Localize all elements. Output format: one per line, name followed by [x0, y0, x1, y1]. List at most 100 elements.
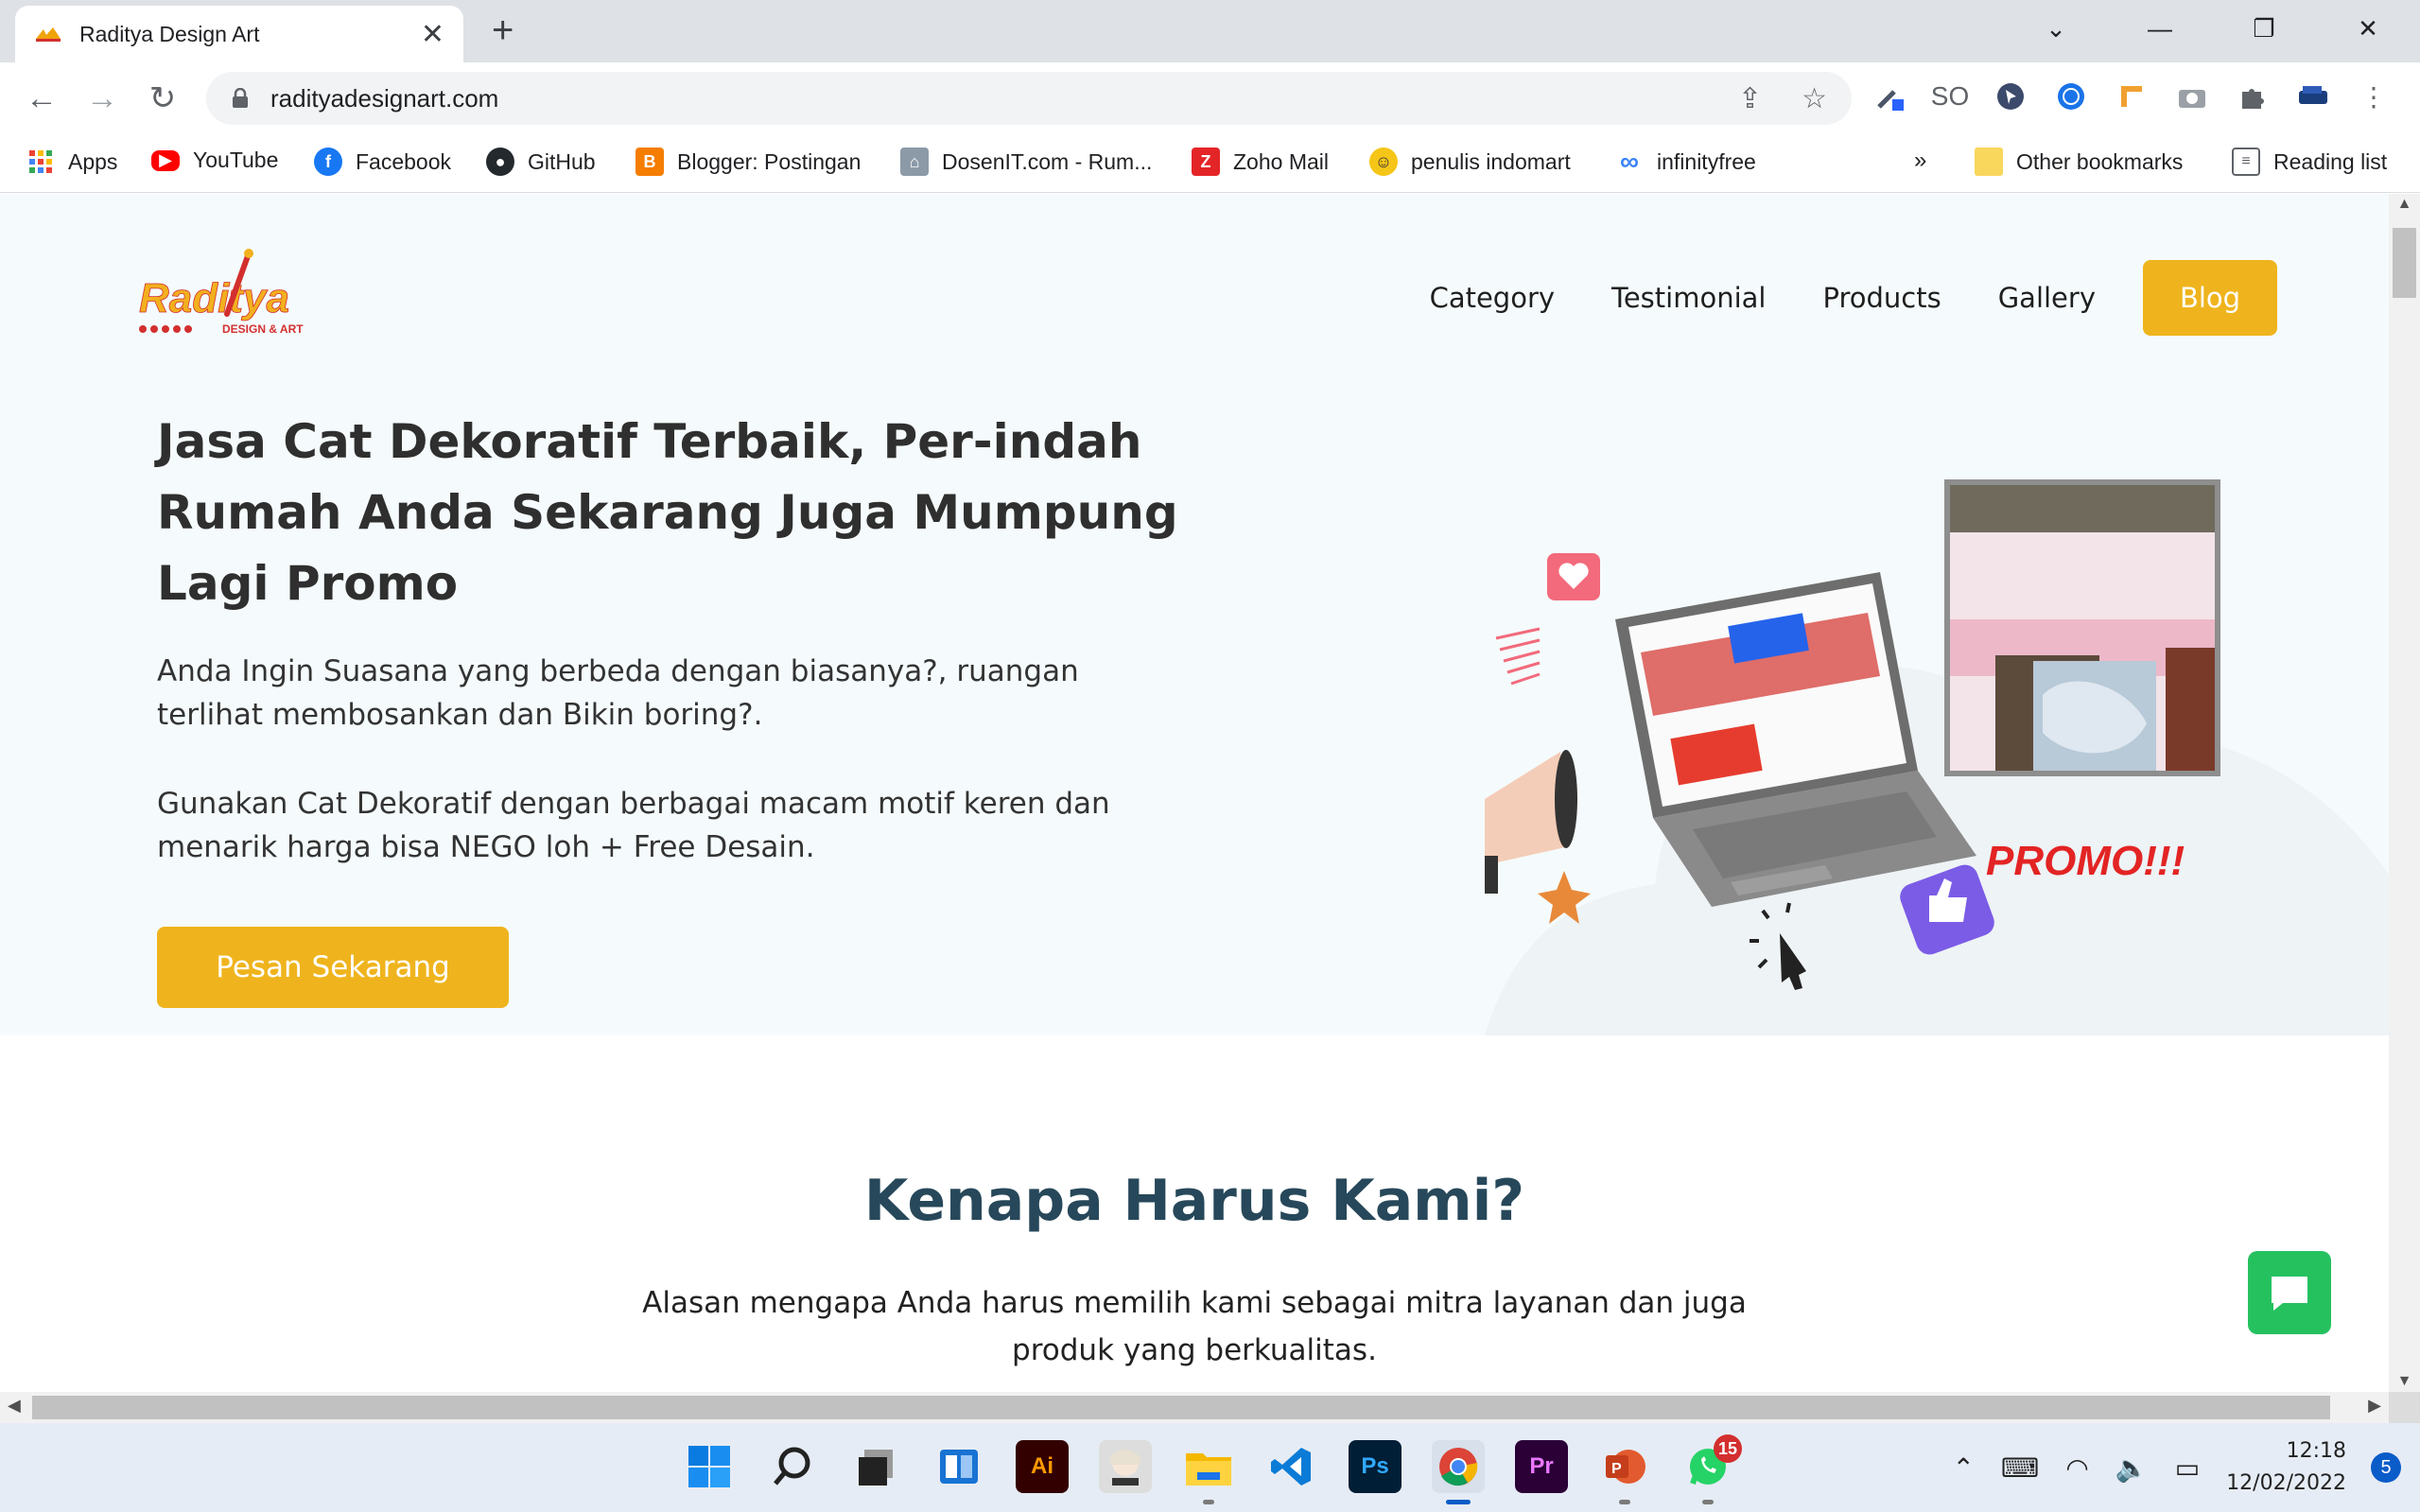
nav-gallery[interactable]: Gallery [1998, 282, 2096, 314]
file-explorer-icon[interactable] [1182, 1440, 1235, 1504]
youtube-icon: ▶ [151, 149, 180, 171]
scroll-up-icon[interactable]: ▲ [2389, 196, 2420, 213]
tab-search-dropdown-icon[interactable]: ⌄ [2004, 0, 2108, 57]
powerpoint-icon[interactable]: P [1598, 1440, 1651, 1504]
bookmark-label: infinityfree [1657, 148, 1756, 174]
nav-category[interactable]: Category [1430, 282, 1555, 314]
chat-button[interactable] [2248, 1251, 2331, 1334]
bookmark-label: DosenIT.com - Rum... [942, 148, 1153, 174]
volume-icon[interactable]: 🔈 [2115, 1452, 2149, 1484]
running-indicator [1446, 1500, 1471, 1504]
search-icon[interactable] [766, 1440, 819, 1493]
svg-text:Raditya: Raditya [139, 275, 289, 322]
chat-bubble-icon [2272, 1277, 2307, 1311]
bookmark-dosenit[interactable]: ⌂ DosenIT.com - Rum... [900, 148, 1152, 176]
bookmark-infinityfree[interactable]: ∞ infinityfree [1615, 147, 1756, 176]
bookmarks-overflow-chevron-icon[interactable]: » [1914, 148, 1926, 174]
folder-icon [1975, 148, 2003, 176]
bookmark-label: Zoho Mail [1233, 148, 1329, 174]
bookmark-star-icon[interactable]: ☆ [1802, 82, 1827, 115]
ruler-extension-icon[interactable] [2113, 78, 2150, 115]
show-hidden-icons-chevron-icon[interactable]: ⌃ [1953, 1452, 1975, 1484]
nav-products[interactable]: Products [1822, 282, 1941, 314]
bookmark-label: Facebook [356, 148, 452, 174]
illustrator-icon[interactable]: Ai [1016, 1440, 1069, 1493]
scroll-down-icon[interactable]: ▼ [2389, 1373, 2420, 1390]
system-tray: ⌃ ⌨ ◠ 🔈 ▭ 12:18 12/02/2022 5 [1953, 1423, 2420, 1512]
keyboard-icon[interactable]: ⌨ [2001, 1452, 2039, 1484]
dosenit-icon: ⌂ [900, 148, 929, 176]
hero-headline: Jasa Cat Dekoratif Terbaik, Per-indah Ru… [157, 414, 1178, 611]
bookmark-youtube[interactable]: ▶ YouTube [151, 148, 278, 173]
extensions-puzzle-icon[interactable] [2234, 78, 2272, 115]
bookmarks-bar: Apps ▶ YouTube f Facebook ● GitHub B Blo… [0, 134, 2420, 193]
anime-app-icon[interactable] [1099, 1440, 1152, 1493]
bookmark-blogger[interactable]: B Blogger: Postingan [635, 148, 861, 176]
clock-date: 12/02/2022 [2226, 1471, 2346, 1495]
url-text: radityadesignart.com [270, 83, 499, 113]
bookmark-facebook[interactable]: f Facebook [314, 148, 451, 176]
widgets-icon[interactable] [932, 1440, 985, 1493]
web-page: Raditya DESIGN & ART Category Testimonia… [0, 194, 2389, 1392]
hero-paragraph-2: Gunakan Cat Dekoratif dengan berbagai ma… [157, 787, 1110, 864]
back-arrow-icon[interactable]: ← [21, 78, 62, 119]
photoshop-icon[interactable]: Ps [1349, 1440, 1402, 1493]
running-indicator [1702, 1500, 1714, 1504]
other-bookmarks[interactable]: Other bookmarks [1975, 148, 2183, 176]
whatsapp-icon[interactable]: 15 [1681, 1434, 1742, 1504]
why-us-subtitle: Alasan mengapa Anda harus memilih kami s… [642, 1286, 1747, 1367]
horizontal-scrollbar[interactable]: ◀ ▶ [0, 1392, 2389, 1423]
profile-car-icon[interactable] [2294, 78, 2332, 115]
restore-button[interactable]: ❐ [2212, 0, 2316, 57]
whatsapp-unread-badge: 15 [1714, 1434, 1742, 1463]
raditya-logo[interactable]: Raditya DESIGN & ART [137, 246, 307, 340]
browser-toolbar: ← → ↻ radityadesignart.com ⇪ ☆ SO ⋮ [0, 62, 2420, 134]
browser-tab-active[interactable]: Raditya Design Art ✕ [15, 6, 463, 62]
battery-icon[interactable]: ▭ [2175, 1452, 2200, 1484]
bookmark-zoho[interactable]: Z Zoho Mail [1192, 148, 1329, 176]
clock[interactable]: 12:18 12/02/2022 [2226, 1435, 2346, 1500]
task-view-icon[interactable] [849, 1440, 902, 1493]
order-now-button[interactable]: Pesan Sekarang [157, 927, 509, 1008]
premiere-icon[interactable]: Pr [1515, 1440, 1568, 1493]
other-bookmarks-label: Other bookmarks [2016, 148, 2184, 174]
scroll-right-icon[interactable]: ▶ [2368, 1396, 2381, 1416]
vertical-scroll-thumb[interactable] [2393, 228, 2416, 298]
bookmark-github[interactable]: ● GitHub [486, 148, 596, 176]
blog-button[interactable]: Blog [2143, 260, 2277, 336]
svg-text:P: P [1611, 1461, 1622, 1477]
blogger-icon: B [635, 148, 664, 176]
bookmark-label: YouTube [193, 148, 279, 172]
horizontal-scroll-thumb[interactable] [32, 1396, 2330, 1419]
scroll-left-icon[interactable]: ◀ [8, 1396, 21, 1416]
nav-testimonial[interactable]: Testimonial [1611, 282, 1766, 314]
windows-taskbar: Ai Ps Pr P 15 ⌃ ⌨ ◠ 🔈 ▭ 12:18 12/02/2022… [0, 1423, 2420, 1512]
close-window-button[interactable]: ✕ [2316, 0, 2420, 57]
bookmark-penulis[interactable]: ☺ penulis indomart [1369, 148, 1571, 176]
address-bar[interactable]: radityadesignart.com ⇪ ☆ [206, 72, 1852, 125]
vscode-icon[interactable] [1265, 1440, 1318, 1493]
color-picker-extension-icon[interactable] [1871, 78, 1908, 115]
bookmark-apps[interactable]: Apps [26, 148, 117, 176]
forward-arrow-icon[interactable]: → [81, 78, 123, 119]
new-tab-button[interactable]: + [492, 11, 514, 49]
cursor-extension-icon[interactable] [1992, 78, 2029, 115]
bookmark-label: Apps [68, 148, 118, 174]
seo-extension-icon[interactable]: SO [1931, 78, 1969, 115]
minimize-button[interactable]: — [2108, 0, 2212, 57]
windows-start-icon[interactable] [683, 1440, 736, 1493]
share-icon[interactable]: ⇪ [1738, 82, 1762, 115]
globe-extension-icon[interactable] [2052, 78, 2090, 115]
wifi-icon[interactable]: ◠ [2065, 1452, 2088, 1484]
chrome-menu-icon[interactable]: ⋮ [2355, 78, 2393, 115]
tab-close-icon[interactable]: ✕ [421, 18, 444, 51]
vertical-scrollbar[interactable]: ▲ ▼ [2389, 194, 2420, 1392]
megaphone-icon [1485, 750, 1577, 894]
reading-list[interactable]: ≡ Reading list [2232, 148, 2387, 176]
chrome-icon[interactable] [1432, 1440, 1485, 1504]
github-icon: ● [486, 148, 514, 176]
notification-count-badge[interactable]: 5 [2371, 1452, 2401, 1483]
promo-label: PROMO!!! [1986, 838, 2185, 884]
reload-icon[interactable]: ↻ [142, 78, 183, 119]
camera-extension-icon[interactable] [2173, 78, 2211, 115]
